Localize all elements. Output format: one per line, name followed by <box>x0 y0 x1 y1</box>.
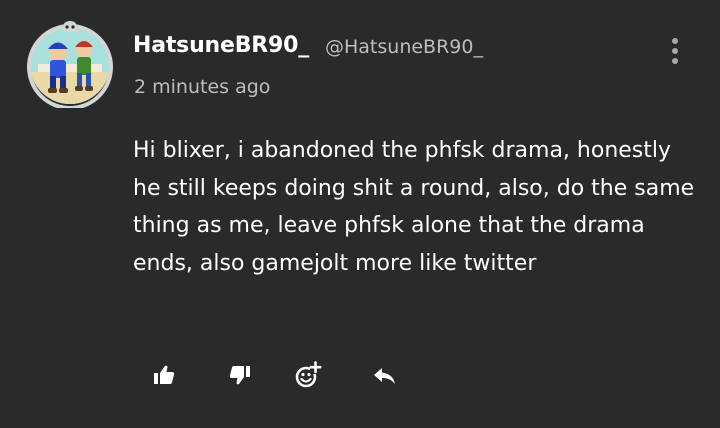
avatar[interactable] <box>26 18 116 108</box>
reply-button[interactable] <box>366 355 402 395</box>
like-button[interactable] <box>146 355 182 395</box>
reply-icon <box>374 368 395 384</box>
add-reaction-button[interactable] <box>290 355 326 395</box>
comment-timestamp[interactable]: 2 minutes ago <box>134 76 270 98</box>
emoji-add-icon <box>295 361 322 388</box>
author-display-name[interactable]: HatsuneBR90_ <box>133 33 309 58</box>
more-options-button[interactable] <box>662 34 688 68</box>
more-vertical-icon <box>672 38 678 44</box>
comment-actions <box>0 355 720 395</box>
dislike-button[interactable] <box>222 355 258 395</box>
avatar-frame <box>27 21 113 108</box>
author-handle[interactable]: @HatsuneBR90_ <box>325 36 483 58</box>
comment-card: HatsuneBR90_ @HatsuneBR90_ 2 minutes ago… <box>0 0 720 428</box>
comment-text: Hi blixer, i abandoned the phfsk drama, … <box>133 138 695 276</box>
thumbs-down-icon <box>229 366 250 385</box>
thumbs-up-icon <box>154 365 175 384</box>
